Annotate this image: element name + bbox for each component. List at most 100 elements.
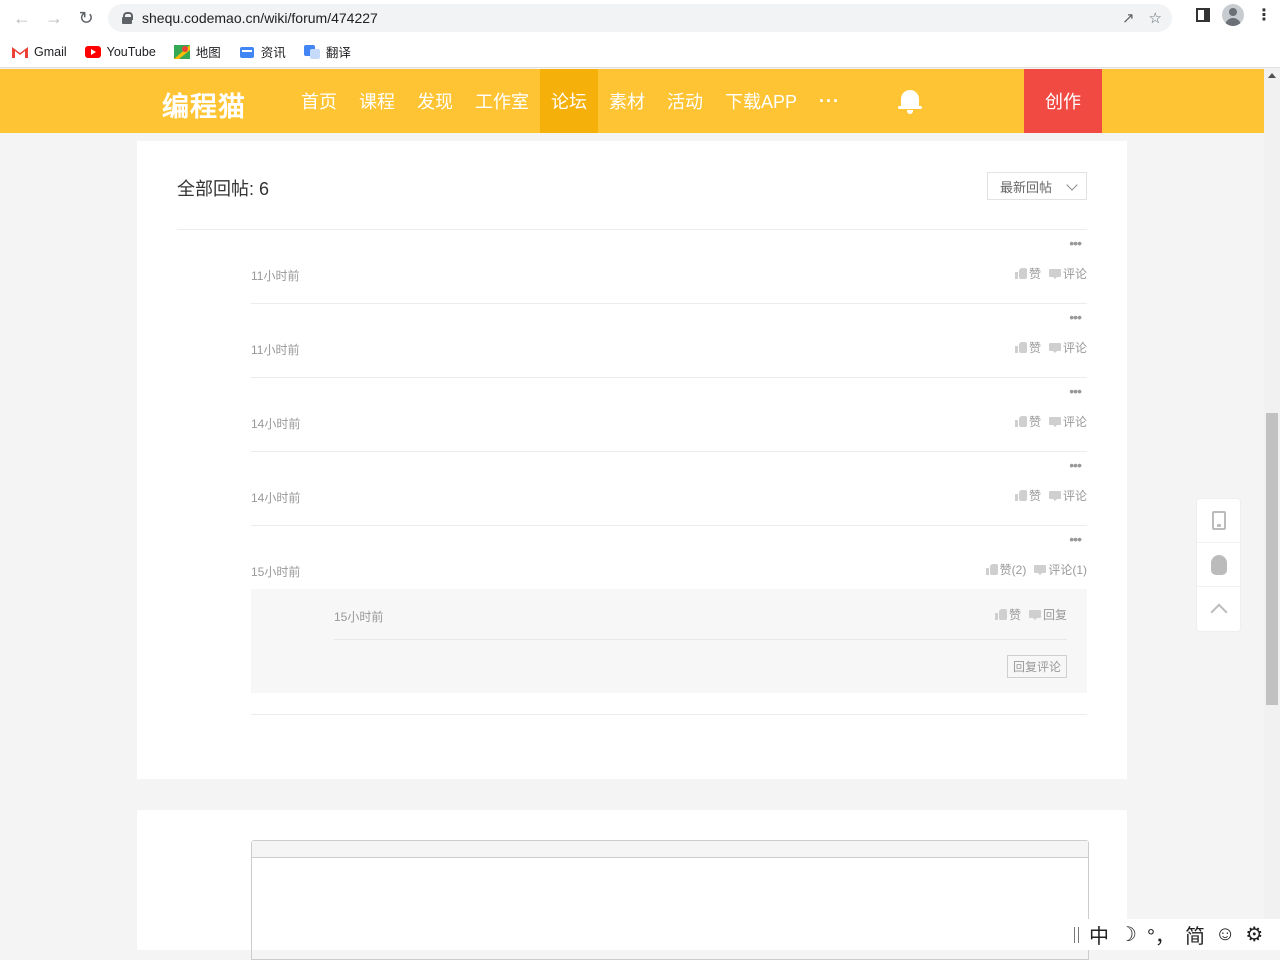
nav-more-icon[interactable]: ··· bbox=[808, 69, 851, 133]
nav-item-events[interactable]: 活动 bbox=[656, 69, 714, 133]
more-options-icon[interactable]: ••• bbox=[1069, 236, 1082, 250]
ime-grip-handle[interactable] bbox=[1074, 926, 1079, 943]
bell-icon[interactable] bbox=[898, 88, 922, 114]
comment-button[interactable]: 评论 bbox=[1048, 487, 1087, 504]
reply-time: 14小时前 bbox=[251, 417, 301, 431]
like-button[interactable]: 赞 bbox=[1014, 413, 1041, 430]
share-icon[interactable]: ↗ bbox=[1122, 9, 1135, 27]
sub-reply-button[interactable]: 回复 bbox=[1028, 606, 1067, 623]
comment-label: 评论(1) bbox=[1048, 563, 1087, 577]
comment-label: 评论 bbox=[1062, 267, 1087, 281]
side-panel-icon[interactable] bbox=[1196, 8, 1210, 22]
nav-item-discover[interactable]: 发现 bbox=[406, 69, 464, 133]
address-bar[interactable]: shequ.codemao.cn/wiki/forum/474227 ↗ ☆ bbox=[108, 4, 1172, 32]
star-icon[interactable]: ☆ bbox=[1149, 9, 1162, 27]
bookmark-translate[interactable]: 翻译 bbox=[303, 42, 351, 61]
create-button[interactable]: 创作 bbox=[1024, 69, 1102, 133]
reply-item: ••• 11小时前 赞 评论 bbox=[251, 230, 1087, 304]
comment-icon bbox=[1028, 609, 1041, 620]
more-options-icon[interactable]: ••• bbox=[1069, 384, 1082, 398]
ime-punctuation-toggle[interactable]: °， bbox=[1147, 920, 1175, 949]
sub-comment-box: 15小时前 赞 回复 回复评论 bbox=[251, 589, 1087, 693]
replies-count-title: 全部回帖: 6 bbox=[177, 179, 270, 199]
bookmark-label: Gmail bbox=[34, 44, 67, 59]
comment-icon bbox=[1048, 268, 1061, 279]
comment-label: 评论 bbox=[1062, 489, 1087, 503]
kebab-menu-icon[interactable]: ⋮ bbox=[1256, 5, 1272, 25]
floating-toolbar bbox=[1196, 498, 1241, 632]
bookmark-label: 资讯 bbox=[260, 46, 286, 60]
gear-icon[interactable]: ⚙ bbox=[1245, 922, 1263, 947]
comment-icon bbox=[1048, 416, 1061, 427]
comment-button[interactable]: 评论 bbox=[1048, 265, 1087, 282]
reply-time: 11小时前 bbox=[251, 343, 300, 357]
comment-button[interactable]: 评论 bbox=[1048, 413, 1087, 430]
scrollbar-thumb[interactable] bbox=[1266, 413, 1278, 705]
replies-card: 全部回帖: 6 最新回帖 ••• 11小时前 赞 评论 ••• 11小时前 赞 … bbox=[137, 141, 1127, 779]
reply-editor[interactable] bbox=[251, 840, 1089, 960]
bookmark-gmail[interactable]: Gmail bbox=[12, 45, 67, 59]
ime-simplified-toggle[interactable]: 简 bbox=[1185, 920, 1205, 949]
ime-language-toggle[interactable]: 中 bbox=[1089, 920, 1109, 949]
nav-item-download-app[interactable]: 下载APP bbox=[714, 69, 808, 133]
browser-toolbar: ← → ↻ shequ.codemao.cn/wiki/forum/474227… bbox=[0, 0, 1280, 36]
forward-icon[interactable]: → bbox=[38, 2, 70, 34]
like-label: 赞 bbox=[1028, 415, 1041, 429]
like-button[interactable]: 赞 bbox=[1014, 487, 1041, 504]
mobile-app-button[interactable] bbox=[1197, 499, 1240, 543]
chevron-down-icon bbox=[1066, 179, 1078, 191]
scroll-up-arrow-icon[interactable] bbox=[1268, 73, 1276, 78]
profile-avatar[interactable] bbox=[1222, 4, 1244, 26]
like-button[interactable]: 赞 bbox=[1014, 265, 1041, 282]
comment-label: 评论 bbox=[1062, 415, 1087, 429]
comment-icon bbox=[1034, 564, 1047, 575]
nav-item-courses[interactable]: 课程 bbox=[348, 69, 406, 133]
like-button[interactable]: 赞(2) bbox=[985, 561, 1026, 578]
bookmark-label: 翻译 bbox=[325, 46, 351, 60]
url-text: shequ.codemao.cn/wiki/forum/474227 bbox=[142, 10, 378, 26]
thumbs-up-icon bbox=[1014, 490, 1027, 501]
more-options-icon[interactable]: ••• bbox=[1069, 532, 1082, 546]
divider bbox=[251, 714, 1087, 715]
bookmark-maps[interactable]: 地图 bbox=[173, 42, 221, 61]
like-button[interactable]: 赞 bbox=[1014, 339, 1041, 356]
moon-icon[interactable]: ☽ bbox=[1119, 922, 1137, 947]
nav-item-home[interactable]: 首页 bbox=[290, 69, 348, 133]
more-options-icon[interactable]: ••• bbox=[1069, 458, 1082, 472]
emoji-icon[interactable]: ☺ bbox=[1215, 923, 1235, 946]
thumbs-up-icon bbox=[994, 609, 1007, 620]
nav-item-forum[interactable]: 论坛 bbox=[540, 69, 598, 133]
bookmark-label: 地图 bbox=[195, 46, 221, 60]
sub-comment-time: 15小时前 bbox=[334, 610, 384, 624]
comment-label: 评论 bbox=[1062, 341, 1087, 355]
reply-comment-button[interactable]: 回复评论 bbox=[1007, 655, 1067, 678]
nav-item-studio[interactable]: 工作室 bbox=[464, 69, 540, 133]
back-icon[interactable]: ← bbox=[6, 2, 38, 34]
like-label: 赞 bbox=[1028, 341, 1041, 355]
bookmark-youtube[interactable]: YouTube bbox=[84, 45, 156, 59]
nav-item-materials[interactable]: 素材 bbox=[598, 69, 656, 133]
comment-button[interactable]: 评论(1) bbox=[1034, 561, 1087, 578]
tablet-icon bbox=[1211, 511, 1226, 530]
site-logo[interactable]: 编程猫 bbox=[162, 85, 246, 124]
reply-item: ••• 14小时前 赞 评论 bbox=[251, 378, 1087, 452]
comment-button[interactable]: 评论 bbox=[1048, 339, 1087, 356]
more-options-icon[interactable]: ••• bbox=[1069, 310, 1082, 324]
bookmark-news[interactable]: 资讯 bbox=[239, 42, 286, 61]
editor-toolbar bbox=[252, 841, 1088, 858]
lock-icon bbox=[122, 12, 133, 24]
comment-icon bbox=[1048, 490, 1061, 501]
page-scrollbar[interactable] bbox=[1264, 69, 1280, 950]
sub-like-button[interactable]: 赞 bbox=[994, 606, 1021, 623]
like-label: 赞 bbox=[1008, 608, 1021, 622]
back-to-top-button[interactable] bbox=[1197, 587, 1240, 631]
reload-icon[interactable]: ↻ bbox=[70, 2, 102, 34]
thumbs-up-icon bbox=[1014, 268, 1027, 279]
like-label: 赞 bbox=[1028, 489, 1041, 503]
chevron-up-icon bbox=[1210, 603, 1227, 621]
thumbs-up-icon bbox=[985, 564, 998, 575]
reply-editor-card bbox=[137, 810, 1127, 960]
sort-dropdown[interactable]: 最新回帖 bbox=[987, 172, 1087, 200]
ime-toolbar: 中 ☽ °， 简 ☺ ⚙ bbox=[1068, 919, 1280, 950]
qq-button[interactable] bbox=[1197, 543, 1240, 587]
